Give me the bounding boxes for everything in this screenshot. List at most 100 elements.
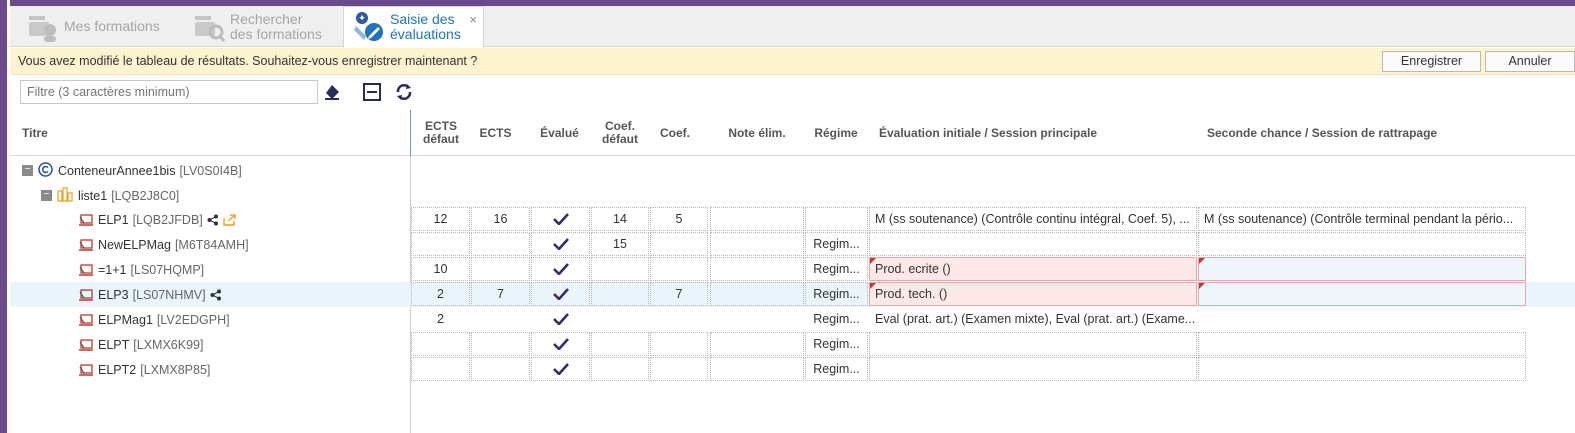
cell-ects-defaut[interactable]: 2 (411, 282, 470, 306)
cell-evalue[interactable] (531, 257, 590, 281)
cell-seconde-chance[interactable] (1198, 232, 1526, 256)
cell-coef[interactable] (650, 332, 708, 356)
cell-ects[interactable] (471, 257, 530, 281)
cell-note-elim[interactable] (710, 257, 804, 281)
cell-note-elim[interactable] (710, 332, 804, 356)
cell-note-elim[interactable] (710, 357, 804, 381)
share-icon[interactable] (207, 214, 219, 226)
table-row[interactable]: ELP1 [LQB2JFDB] (10, 207, 410, 232)
check-icon (552, 263, 569, 275)
refresh-icon[interactable] (394, 82, 414, 102)
col-seconde-chance[interactable]: Seconde chance / Session de rattrapage (1207, 110, 1437, 156)
eraser-icon[interactable] (322, 82, 342, 102)
cell-coef[interactable] (650, 232, 708, 256)
cell-ects-defaut[interactable]: 12 (411, 207, 470, 231)
cell-coef-defaut[interactable] (591, 257, 649, 281)
cell-coef[interactable] (650, 357, 708, 381)
cell-eval-initiale[interactable]: M (ss soutenance) (Contrôle continu inté… (869, 207, 1197, 231)
tab-rechercher[interactable]: Rechercher des formations (192, 6, 342, 47)
save-button[interactable]: Enregistrer (1382, 51, 1481, 72)
cell-note-elim[interactable] (710, 307, 804, 331)
cell-regime[interactable]: Regim... (805, 257, 868, 281)
filter-input[interactable] (20, 80, 318, 104)
col-titre[interactable]: Titre (22, 110, 48, 156)
cell-regime[interactable]: Regim... (805, 332, 868, 356)
cell-evalue[interactable] (531, 332, 590, 356)
cell-ects[interactable] (471, 307, 530, 331)
col-coef-defaut[interactable]: Coef. défaut (590, 110, 650, 156)
cell-seconde-chance[interactable] (1198, 357, 1526, 381)
cell-ects[interactable] (471, 332, 530, 356)
cell-note-elim[interactable] (710, 282, 804, 306)
cell-ects-defaut[interactable]: 10 (411, 257, 470, 281)
cell-regime[interactable]: Regim... (805, 357, 868, 381)
cell-seconde-chance[interactable] (1198, 257, 1526, 281)
collapse-toggle[interactable]: − (22, 165, 33, 176)
tab-mes-formations[interactable]: Mes formations (26, 6, 196, 47)
cell-coef-defaut[interactable] (591, 282, 649, 306)
cell-regime[interactable] (805, 207, 868, 231)
collapse-icon[interactable] (362, 82, 382, 102)
collapse-toggle[interactable]: − (41, 190, 52, 201)
cell-evalue[interactable] (531, 232, 590, 256)
cell-coef-defaut[interactable]: 14 (591, 207, 649, 231)
cell-seconde-chance[interactable] (1198, 307, 1526, 331)
cell-coef[interactable]: 7 (650, 282, 708, 306)
row-name: ELP3 (98, 287, 129, 302)
table-row[interactable]: ELPT [LXMX6K99] (10, 332, 410, 357)
cell-coef-defaut[interactable] (591, 332, 649, 356)
tree-node-container[interactable]: − ConteneurAnnee1bis [LV0S0I4B] (10, 158, 410, 183)
export-icon[interactable] (223, 213, 236, 226)
cell-evalue[interactable] (531, 357, 590, 381)
cell-seconde-chance[interactable] (1198, 282, 1526, 306)
cell-ects-defaut[interactable] (411, 332, 470, 356)
cell-eval-initiale[interactable]: Prod. ecrite () (869, 257, 1197, 281)
cell-eval-initiale[interactable]: Prod. tech. () (869, 282, 1197, 306)
cell-evalue[interactable] (531, 207, 590, 231)
cell-evalue[interactable] (531, 282, 590, 306)
table-row[interactable]: =1+1 [LS07HQMP] (10, 257, 410, 282)
col-ects[interactable]: ECTS (471, 110, 520, 156)
cell-coef[interactable] (650, 307, 708, 331)
cell-ects[interactable] (471, 357, 530, 381)
cell-eval-initiale[interactable] (869, 232, 1197, 256)
table-row[interactable]: ELPT2 [LXMX8P85] (10, 357, 410, 382)
cell-note-elim[interactable] (710, 232, 804, 256)
cell-ects[interactable] (471, 232, 530, 256)
cell-ects[interactable]: 7 (471, 282, 530, 306)
tree-node-list[interactable]: − liste1 [LQB2J8C0] (10, 183, 410, 208)
cell-coef[interactable] (650, 257, 708, 281)
cell-eval-initiale[interactable] (869, 332, 1197, 356)
cell-ects-defaut[interactable] (411, 357, 470, 381)
cell-ects-defaut[interactable] (411, 232, 470, 256)
tab-saisie-evaluations[interactable]: ✦ Saisie des évaluations × (343, 6, 484, 48)
col-evalue[interactable]: Évalué (530, 110, 589, 156)
table-row[interactable]: ELP3 [LS07NHMV] (10, 282, 410, 307)
cell-ects-defaut[interactable]: 2 (411, 307, 470, 331)
cell-regime[interactable]: Regim... (805, 232, 868, 256)
col-coef[interactable]: Coef. (650, 110, 700, 156)
table-row[interactable]: NewELPMag [M6T84AMH] (10, 232, 410, 257)
cancel-button[interactable]: Annuler (1485, 51, 1575, 72)
cell-eval-initiale[interactable] (869, 357, 1197, 381)
col-regime[interactable]: Régime (805, 110, 867, 156)
cell-note-elim[interactable] (710, 207, 804, 231)
table-row[interactable]: ELPMag1 [LV2EDGPH] (10, 307, 410, 332)
share-icon[interactable] (210, 289, 222, 301)
cell-regime[interactable]: Regim... (805, 282, 868, 306)
cell-regime[interactable]: Regim... (805, 307, 868, 331)
cell-coef[interactable]: 5 (650, 207, 708, 231)
cell-seconde-chance[interactable] (1198, 332, 1526, 356)
cell-ects[interactable]: 16 (471, 207, 530, 231)
cell-coef-defaut[interactable]: 15 (591, 232, 649, 256)
cell-seconde-chance[interactable]: M (ss soutenance) (Contrôle terminal pen… (1198, 207, 1526, 231)
cell-eval-initiale[interactable]: Eval (prat. art.) (Examen mixte), Eval (… (869, 307, 1197, 331)
cell-evalue[interactable] (531, 307, 590, 331)
check-icon (552, 338, 569, 350)
tab-close-icon[interactable]: × (469, 12, 477, 27)
col-note-elim[interactable]: Note élim. (710, 110, 804, 156)
col-eval-initiale[interactable]: Évaluation initiale / Session principale (879, 110, 1097, 156)
cell-coef-defaut[interactable] (591, 357, 649, 381)
cell-coef-defaut[interactable] (591, 307, 649, 331)
col-ects-defaut[interactable]: ECTS défaut (412, 110, 470, 156)
